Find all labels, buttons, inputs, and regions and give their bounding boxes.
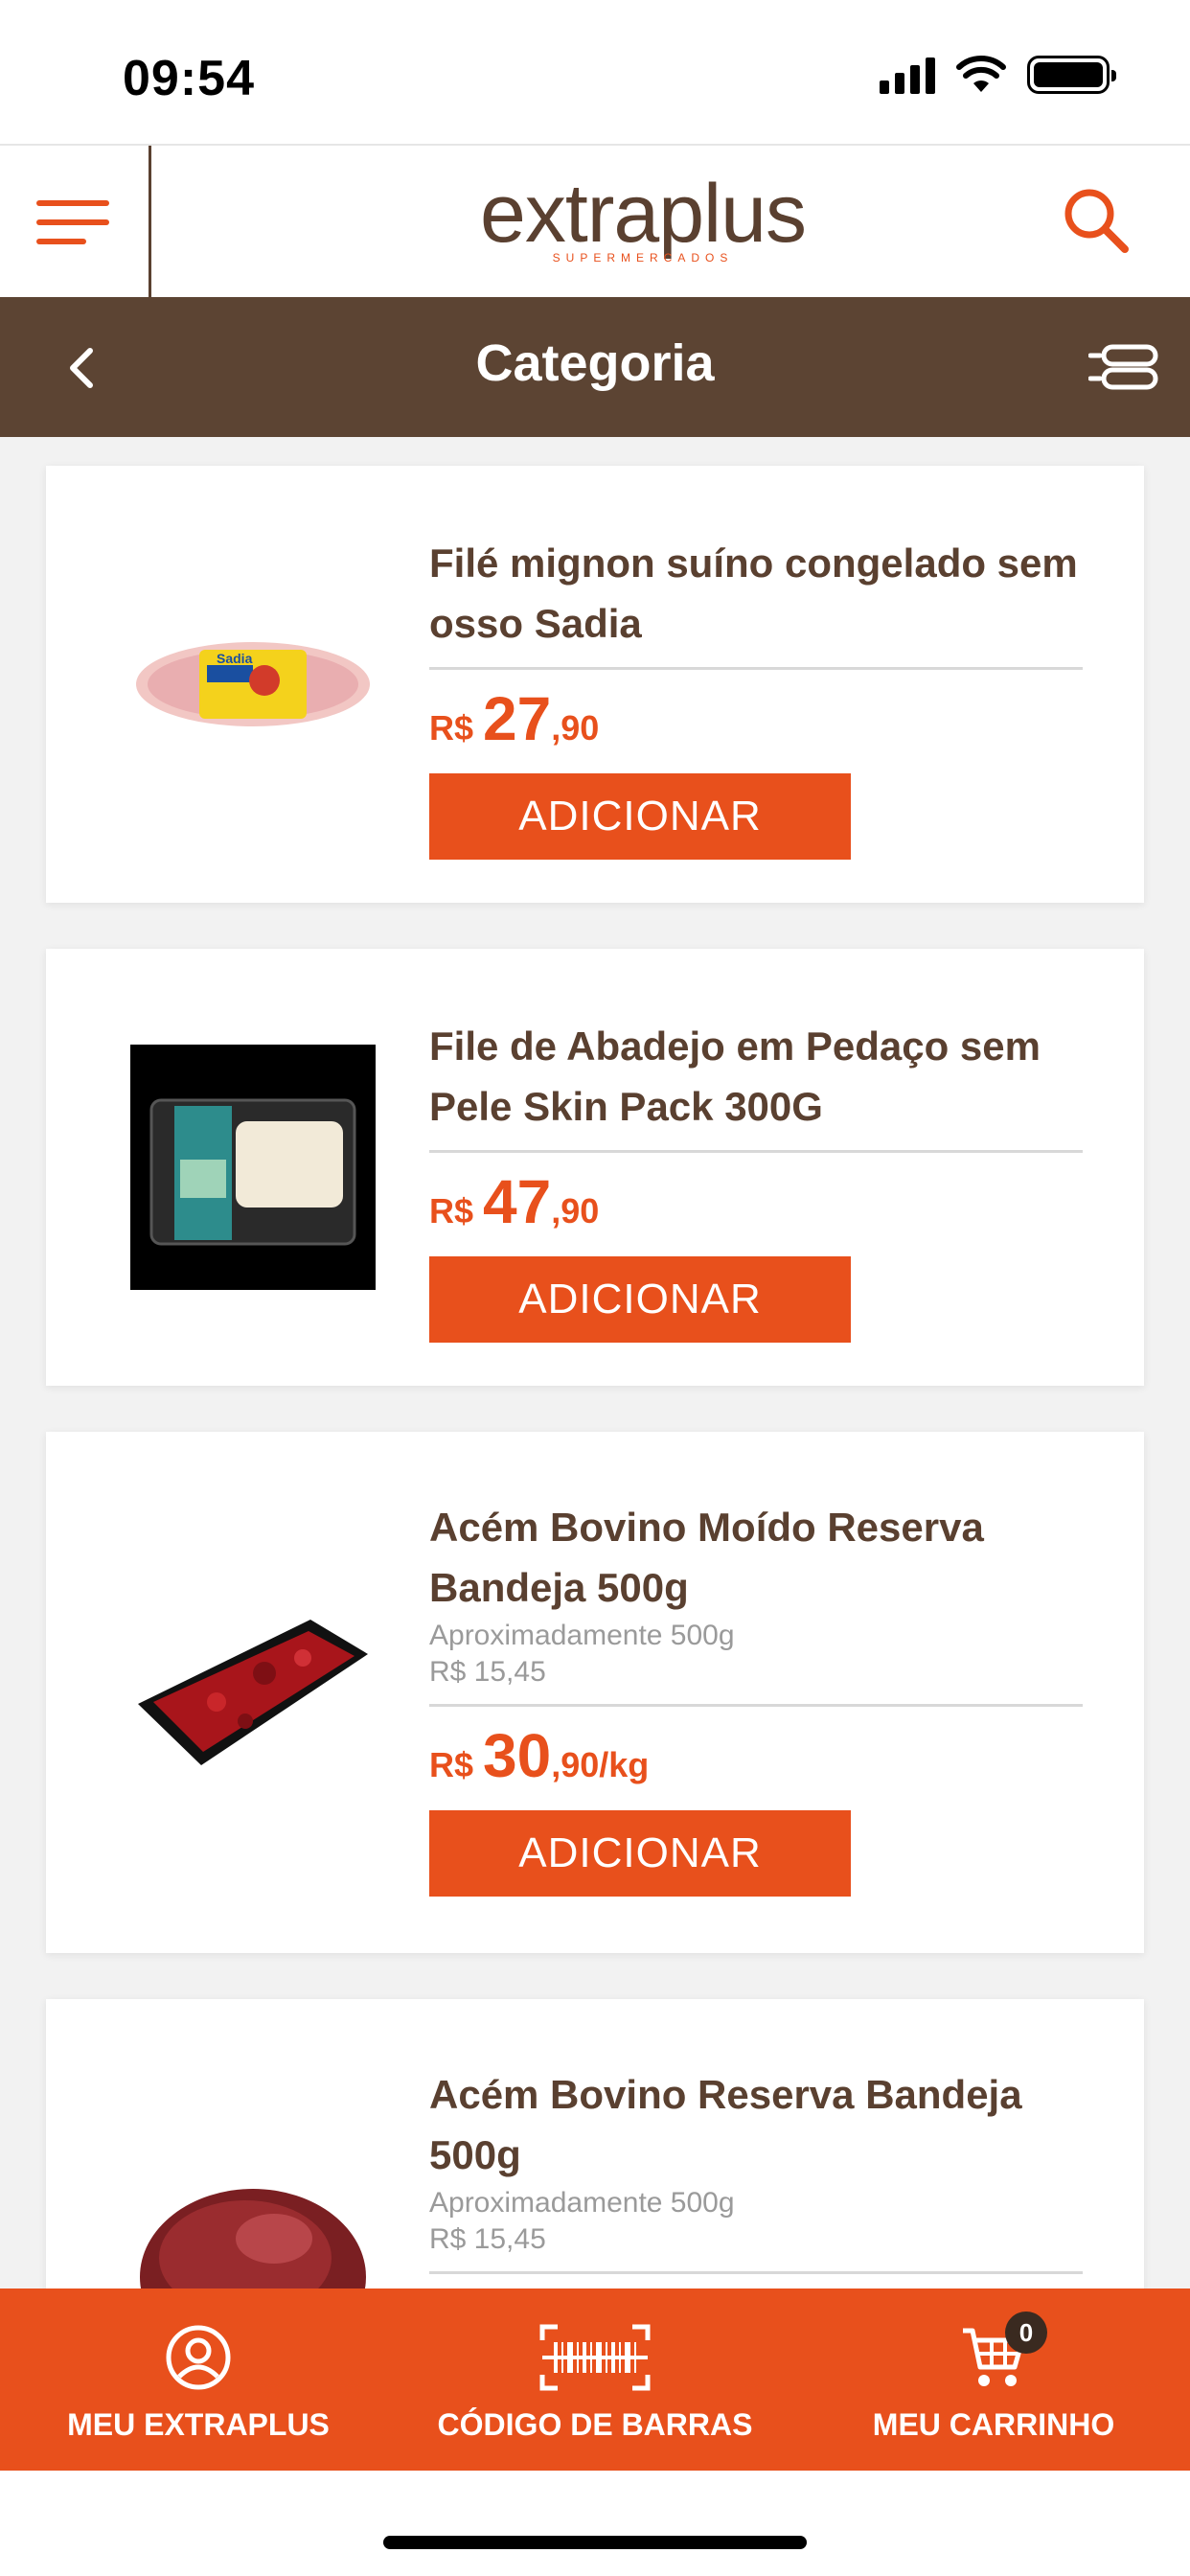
- hamburger-icon: [36, 200, 109, 206]
- product-card[interactable]: Acém Bovino Reserva Bandeja 500g Aproxim…: [46, 1999, 1144, 2325]
- add-to-cart-button[interactable]: ADICIONAR: [429, 773, 851, 860]
- cart-icon-wrapper: 0: [959, 2312, 1047, 2392]
- list-view-icon[interactable]: [1088, 343, 1159, 391]
- category-title: Categoria: [475, 334, 715, 392]
- product-name[interactable]: Filé mignon suíno congelado sem osso Sad…: [429, 533, 1083, 654]
- extraplus-logo[interactable]: extraplus SUPERMERCADOS: [446, 171, 839, 276]
- app-header: extraplus SUPERMERCADOS: [0, 144, 1190, 299]
- barcode-icon: [539, 2324, 651, 2391]
- divider: [429, 1704, 1083, 1707]
- menu-button[interactable]: [0, 146, 151, 299]
- product-image-pollock-fillet[interactable]: [130, 1045, 376, 1290]
- divider: [429, 2271, 1083, 2274]
- nav-meu-carrinho[interactable]: 0 MEU CARRINHO: [834, 2288, 1154, 2471]
- product-price: R$ 27 ,90: [429, 684, 600, 753]
- status-time: 09:54: [123, 51, 255, 106]
- product-weight-note: Aproximadamente 500g: [429, 2187, 735, 2219]
- product-weight-note: Aproximadamente 500g: [429, 1620, 735, 1651]
- wifi-icon: [956, 56, 1006, 92]
- battery-icon: [1027, 56, 1116, 94]
- home-indicator[interactable]: [383, 2536, 807, 2549]
- product-name[interactable]: File de Abadejo em Pedaço sem Pele Skin …: [429, 1016, 1083, 1137]
- status-icons: [880, 56, 1116, 94]
- product-name[interactable]: Acém Bovino Moído Reserva Bandeja 500g: [429, 1497, 1083, 1618]
- status-bar: 09:54: [0, 0, 1190, 144]
- product-unit-price: R$ 15,45: [429, 2223, 546, 2255]
- nav-codigo-de-barras[interactable]: CÓDIGO DE BARRAS: [416, 2288, 774, 2471]
- app-screen: 09:54 extraplus SUPERMERCADOS Categoria …: [0, 0, 1190, 2576]
- product-image-ground-beef[interactable]: [130, 1570, 376, 1815]
- add-to-cart-button[interactable]: ADICIONAR: [429, 1810, 851, 1897]
- product-card[interactable]: Sadia Filé mignon suíno congelado sem os…: [46, 466, 1144, 903]
- product-name[interactable]: Acém Bovino Reserva Bandeja 500g: [429, 2064, 1083, 2185]
- product-image-pork-fillet[interactable]: Sadia: [130, 562, 376, 807]
- nav-meu-extraplus[interactable]: MEU EXTRAPLUS: [38, 2288, 358, 2471]
- product-card[interactable]: Acém Bovino Moído Reserva Bandeja 500g A…: [46, 1432, 1144, 1953]
- add-to-cart-button[interactable]: ADICIONAR: [429, 1256, 851, 1343]
- user-account-icon: [166, 2325, 231, 2390]
- cellular-signal-icon: [880, 56, 935, 94]
- home-bar-area: [0, 2471, 1190, 2576]
- bottom-nav: MEU EXTRAPLUS CÓDIGO DE BARRAS 0 MEU CAR…: [0, 2288, 1190, 2471]
- cart-count-badge: 0: [1005, 2312, 1047, 2354]
- product-price: R$ 47 ,90: [429, 1167, 600, 1236]
- product-price: R$ 30 ,90/kg: [429, 1721, 650, 1790]
- product-card[interactable]: File de Abadejo em Pedaço sem Pele Skin …: [46, 949, 1144, 1386]
- svg-text:Sadia: Sadia: [217, 651, 253, 666]
- product-unit-price: R$ 15,45: [429, 1656, 546, 1688]
- divider: [429, 1150, 1083, 1153]
- divider: [429, 667, 1083, 670]
- category-bar: Categoria: [0, 297, 1190, 437]
- search-icon[interactable]: [1058, 182, 1134, 259]
